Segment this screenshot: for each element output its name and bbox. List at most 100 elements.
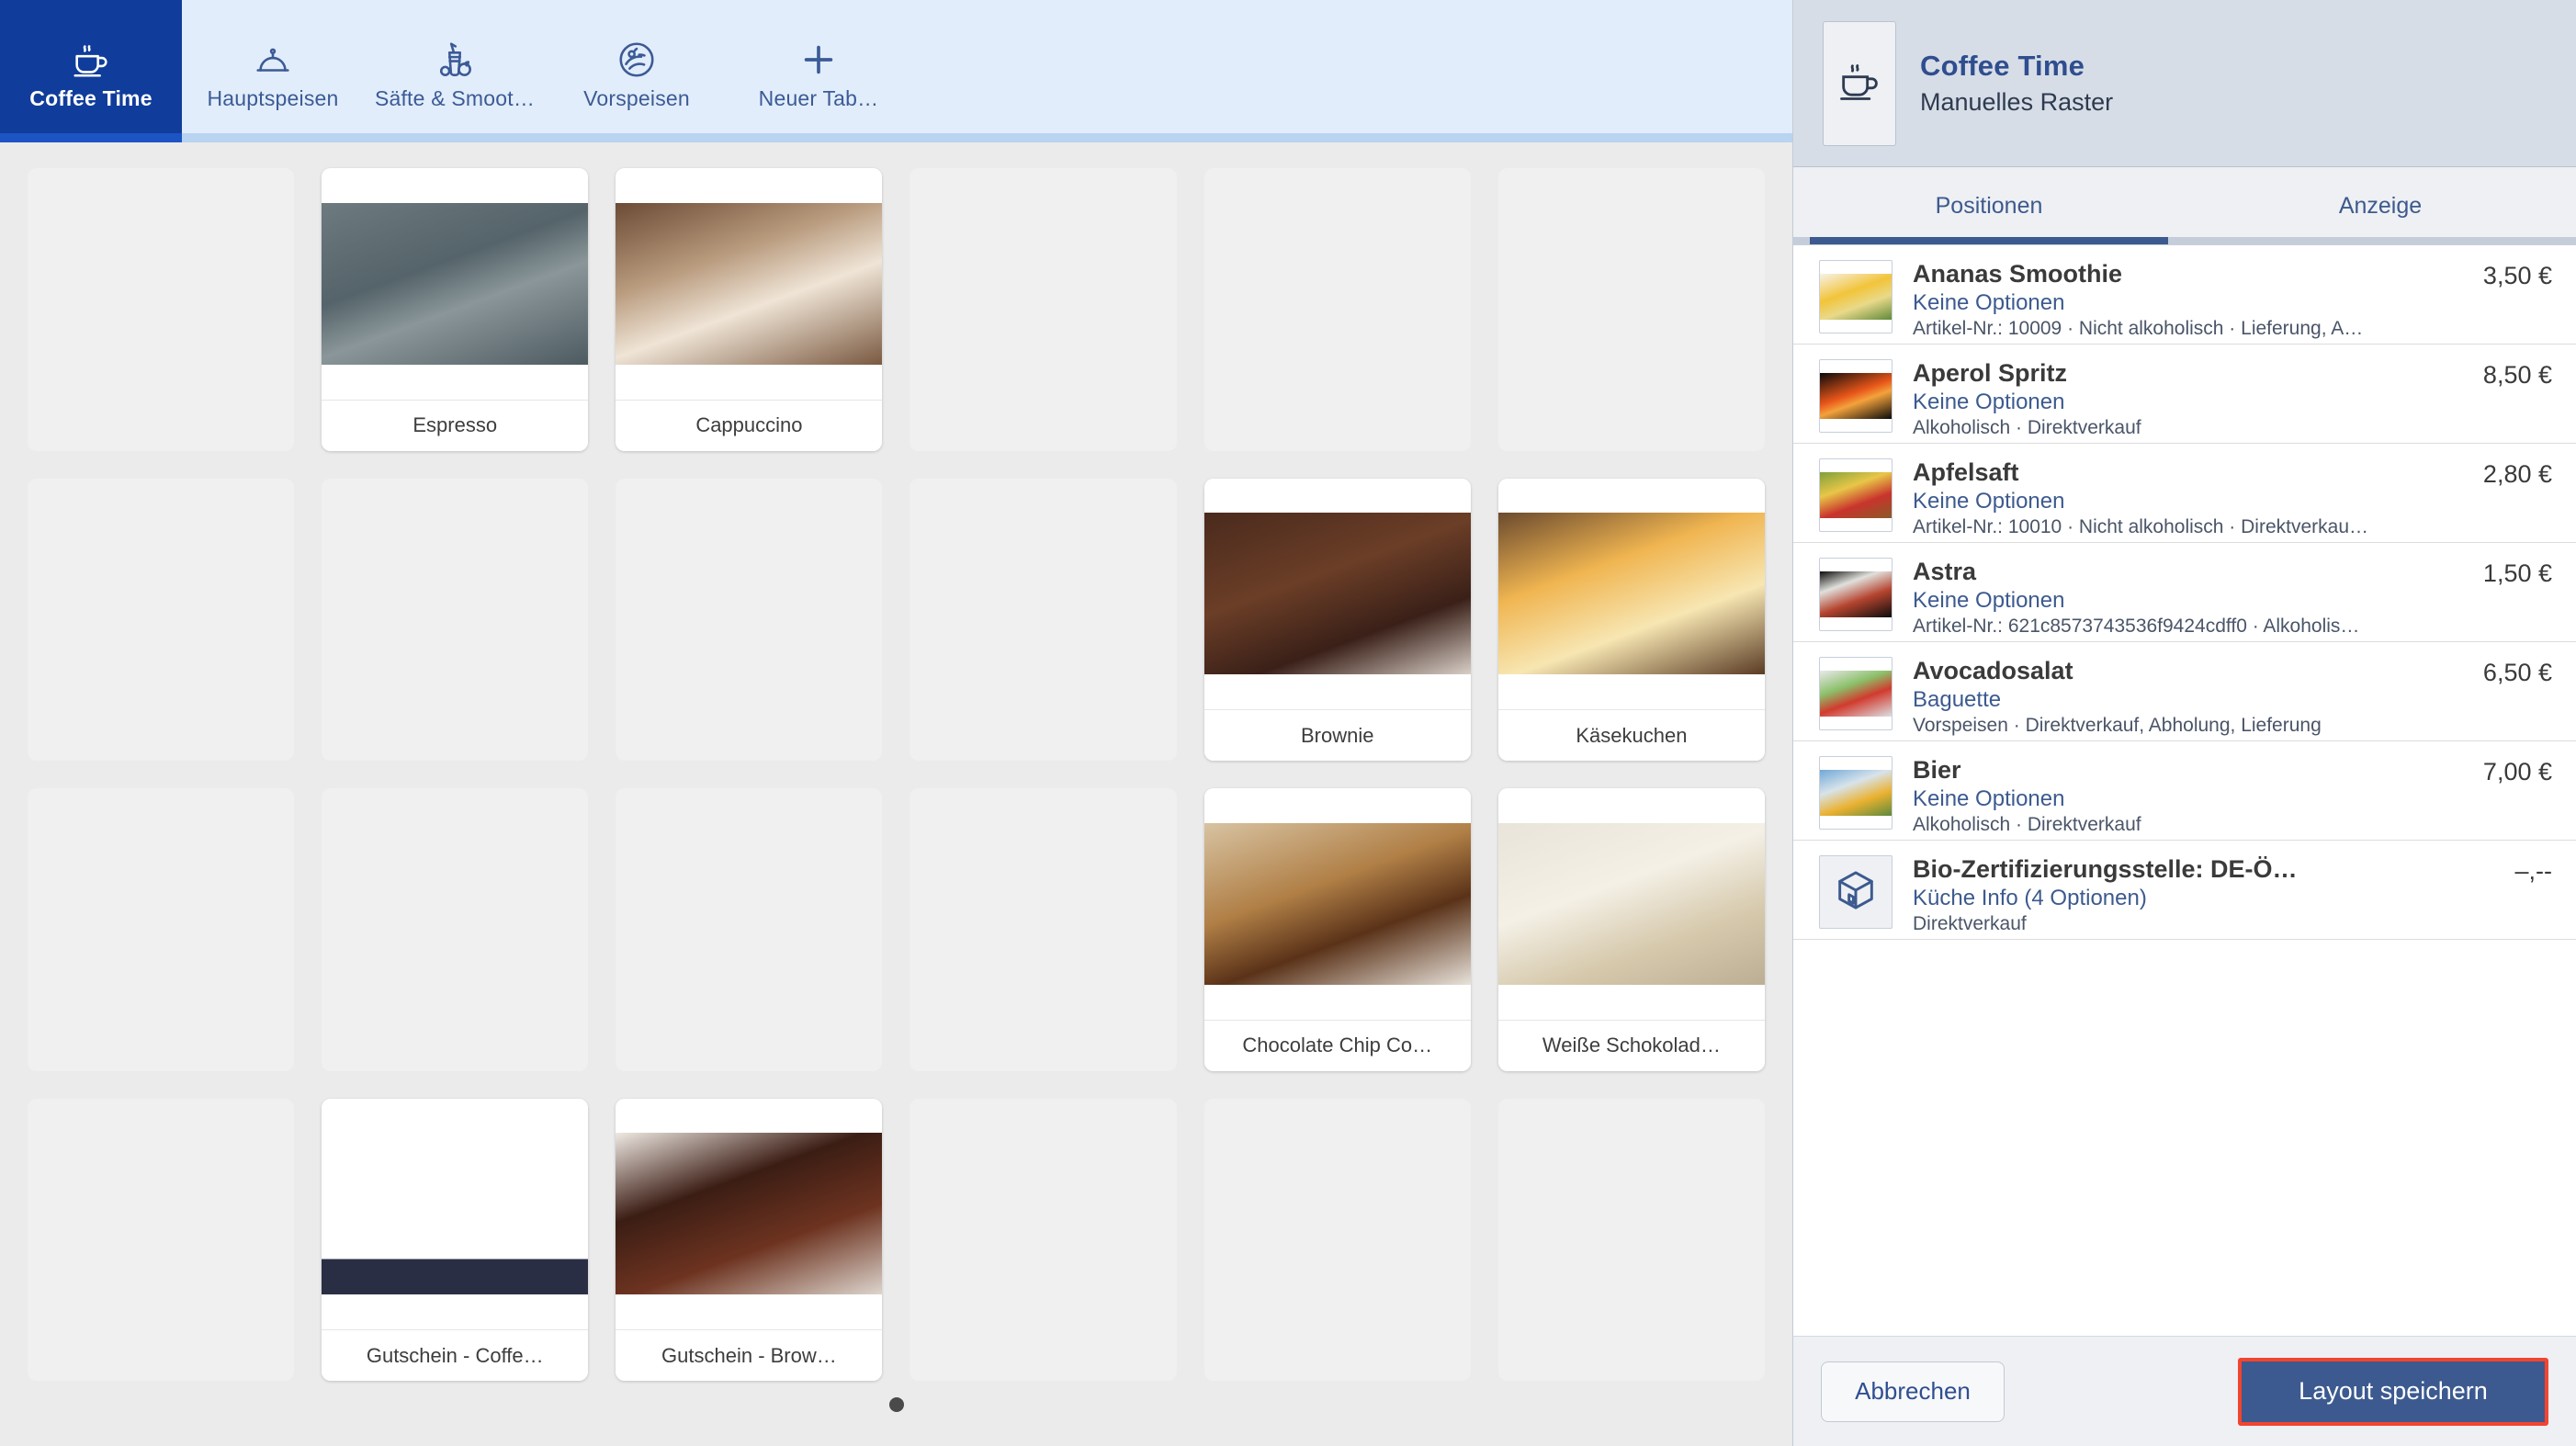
grid-cell-empty[interactable] [1203,1098,1471,1381]
grid-cell-empty[interactable] [28,788,295,1071]
product-image [322,1133,589,1295]
grid-cell-product[interactable]: Chocolate Chip Co… [1203,788,1471,1071]
position-image [1820,274,1892,320]
position-options[interactable]: Küche Info (4 Optionen) [1913,886,2482,911]
grid-cell-empty[interactable] [322,788,589,1071]
grid-cell-product[interactable]: Weiße Schokolad… [1497,788,1765,1071]
panel-tab-anzeige[interactable]: Anzeige [2185,167,2576,244]
grid-cell-empty[interactable] [616,478,883,761]
product-tile-label: Käsekuchen [1497,709,1765,761]
category-tab-bar: Coffee Time Hauptspeisen Säfte & Smoot… Vor… [0,0,1792,142]
position-row[interactable]: Avocadosalat Baguette Vorspeisen · Direktv… [1793,642,2576,741]
position-options[interactable]: Keine Optionen [1913,588,2450,614]
product-image [322,202,589,365]
panel-tab-positionen[interactable]: Positionen [1793,167,2185,244]
position-image [1820,571,1892,617]
position-meta: Artikel-Nr.: 10010 · Nicht alkoholisch ·… [1913,516,2369,537]
product-thumbnail [1203,478,1471,709]
position-name: Astra [1913,558,1977,585]
pagination-dot[interactable] [888,1397,904,1412]
save-layout-button[interactable]: Layout speichern [2242,1361,2545,1422]
product-image [1497,513,1765,675]
grid-cell-product[interactable]: Gutschein - Brow… [616,1098,883,1381]
plus-icon [797,31,840,81]
box-icon [1832,866,1880,919]
position-row[interactable]: Bier Keine Optionen Alkoholisch · Direktve… [1793,741,2576,841]
position-price: 2,80 € [2482,460,2552,488]
position-row[interactable]: Bio-Zertifizierungsstelle: DE-Ö… Küche In… [1793,841,2576,940]
product-thumbnail [1203,788,1471,1020]
position-name: Avocadosalat [1913,657,2073,684]
panel-tab-label: Positionen [1935,192,2043,219]
grid-cell-empty[interactable] [910,1098,1177,1381]
position-row[interactable]: Aperol Spritz Keine Optionen Alkoholisch ·… [1793,345,2576,444]
panel-tab-label: Anzeige [2338,192,2423,219]
grid-cell-product[interactable]: Cappuccino [616,168,883,451]
position-meta: Alkoholisch · Direktverkauf [1913,417,2141,438]
category-tab-s-fte-smoot[interactable]: Säfte & Smoot… [364,0,546,142]
position-price: 1,50 € [2482,559,2552,587]
category-tab-hauptspeisen[interactable]: Hauptspeisen [182,0,364,142]
position-name: Apfelsaft [1913,458,2019,486]
position-row[interactable]: Astra Keine Optionen Artikel-Nr.: 621c8573… [1793,543,2576,642]
position-thumbnail [1819,359,1892,433]
position-options[interactable]: Keine Optionen [1913,489,2450,514]
position-name: Bier [1913,756,1961,784]
category-tab-label: Hauptspeisen [207,86,339,110]
grid-cell-empty[interactable] [28,168,295,451]
coffee-cup-icon [70,31,112,81]
position-meta: Artikel-Nr.: 10009 · Nicht alkoholisch ·… [1913,318,2364,339]
position-image [1820,770,1892,816]
product-thumbnail [322,168,589,400]
category-tab-neuer-tab[interactable]: Neuer Tab… [728,0,910,142]
product-grid: Espresso Cappuccino Brownie Käsekuchen Choco… [28,168,1765,1381]
position-meta: Alkoholisch · Direktverkauf [1913,814,2141,835]
position-options[interactable]: Baguette [1913,687,2450,713]
coffee-cup-icon [1836,57,1883,109]
grid-cell-empty[interactable] [1203,168,1471,451]
panel-footer: Abbrechen Layout speichern [1793,1336,2576,1446]
grid-editor-pane: Coffee Time Hauptspeisen Säfte & Smoot… Vor… [0,0,1792,1446]
grid-cell-empty[interactable] [1497,168,1765,451]
product-grid-area: Espresso Cappuccino Brownie Käsekuchen Choco… [0,142,1792,1446]
position-row[interactable]: Ananas Smoothie Keine Optionen Artikel-Nr.… [1793,245,2576,345]
grid-cell-empty[interactable] [1497,1098,1765,1381]
product-thumbnail [322,1098,589,1329]
category-tab-coffee-time[interactable]: Coffee Time [0,0,182,142]
position-meta: Vorspeisen · Direktverkauf, Abholung, Li… [1913,715,2322,736]
position-options[interactable]: Keine Optionen [1913,290,2450,316]
grid-cell-empty[interactable] [28,1098,295,1381]
position-price: 7,00 € [2482,758,2552,785]
position-image [1820,373,1892,419]
position-row[interactable]: Apfelsaft Keine Optionen Artikel-Nr.: 1001… [1793,444,2576,543]
grid-cell-empty[interactable] [616,788,883,1071]
position-text-group: Bio-Zertifizierungsstelle: DE-Ö… Küche In… [1913,855,2482,935]
position-name: Aperol Spritz [1913,359,2068,387]
product-image [616,1133,883,1295]
grid-cell-product[interactable]: Espresso [322,168,589,451]
position-image [1820,671,1892,717]
grid-cell-empty[interactable] [910,788,1177,1071]
grid-cell-empty[interactable] [28,478,295,761]
grid-cell-empty[interactable] [910,478,1177,761]
panel-subtitle: Manuelles Raster [1920,88,2114,116]
product-tile-label: Weiße Schokolad… [1497,1019,1765,1071]
position-options[interactable]: Keine Optionen [1913,390,2450,415]
product-image [1203,513,1471,675]
grid-cell-empty[interactable] [322,478,589,761]
category-tab-vorspeisen[interactable]: Vorspeisen [546,0,728,142]
grid-cell-empty[interactable] [910,168,1177,451]
grid-cell-product[interactable]: Gutschein - Coffe… [322,1098,589,1381]
position-meta: Direktverkauf [1913,913,2027,934]
grid-cell-product[interactable]: Käsekuchen [1497,478,1765,761]
position-thumbnail [1819,855,1892,929]
position-text-group: Bier Keine Optionen Alkoholisch · Direktve… [1913,756,2450,836]
grid-cell-product[interactable]: Brownie [1203,478,1471,761]
cancel-button[interactable]: Abbrechen [1821,1361,2005,1422]
product-image [616,202,883,365]
position-text-group: Apfelsaft Keine Optionen Artikel-Nr.: 1001… [1913,458,2450,538]
position-text-group: Astra Keine Optionen Artikel-Nr.: 621c8573… [1913,558,2450,638]
panel-tab-bar: Positionen Anzeige [1793,167,2576,245]
position-options[interactable]: Keine Optionen [1913,786,2450,812]
positions-list[interactable]: Ananas Smoothie Keine Optionen Artikel-Nr.… [1793,245,2576,1336]
